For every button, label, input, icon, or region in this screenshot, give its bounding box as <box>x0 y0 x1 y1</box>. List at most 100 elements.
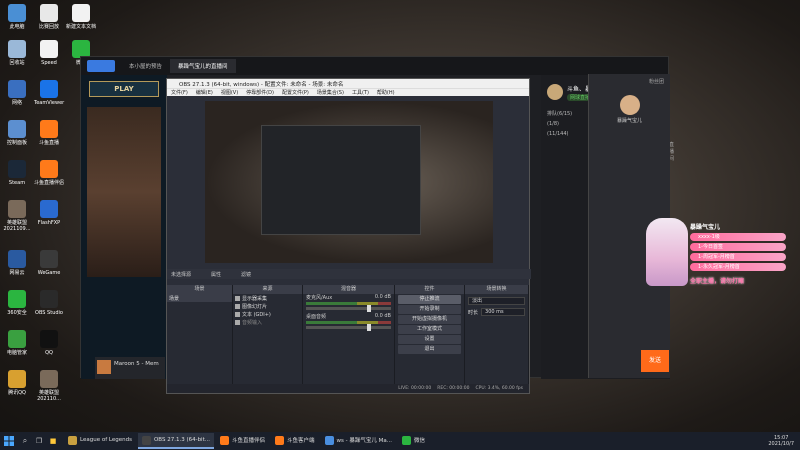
desktop-icon[interactable]: FlashFXP <box>34 200 64 226</box>
desktop-icon-label: 英雄联盟 2021109... <box>3 220 31 232</box>
desktop-icon-label: OBS Studio <box>35 310 63 316</box>
badge: 1-今日首签 <box>690 243 786 251</box>
virtual-camera-button[interactable]: 开始虚拟摄像机 <box>398 315 461 324</box>
start-button[interactable] <box>0 432 18 450</box>
teamviewer-icon <box>40 80 58 98</box>
desktop-icon[interactable]: 回收站 <box>2 40 32 66</box>
desktop-icon[interactable]: Speed <box>34 40 64 66</box>
desktop-icon[interactable]: 电脑管家 <box>2 330 32 356</box>
desktop-icon[interactable]: 英雄联盟 2021109... <box>2 200 32 232</box>
douyu-tab-bar: 本小屋的预告 暴躁气宝儿的直播间 <box>81 57 668 75</box>
text-icon <box>235 311 240 317</box>
taskbar-app-label: ws - 暴躁气宝儿 Ma... <box>336 438 392 444</box>
file-explorer-icon[interactable]: ■ <box>46 437 60 445</box>
obs-menu-item[interactable]: 帮助(H) <box>377 89 395 96</box>
settings-button[interactable]: 设置 <box>398 335 461 344</box>
obs-menu-item[interactable]: 视图(V) <box>221 89 238 96</box>
source-item[interactable]: 图像幻灯片 <box>233 302 302 310</box>
transitions-header: 场景转换 <box>465 285 528 294</box>
taskbar-app[interactable]: 斗鱼直播伴侣 <box>216 433 269 449</box>
properties-button[interactable]: 属性 <box>211 271 221 278</box>
desktop-icon[interactable]: 360安全 <box>2 290 32 316</box>
taskbar-app[interactable]: ws - 暴躁气宝儿 Ma... <box>321 433 396 449</box>
source-item[interactable]: 显示器采集 <box>233 294 302 302</box>
studio-mode-button[interactable]: 工作室模式 <box>398 325 461 334</box>
start-recording-button[interactable]: 开始录制 <box>398 305 461 314</box>
desktop-icon[interactable]: 腾讯QQ <box>2 370 32 396</box>
document-icon <box>40 4 58 22</box>
mixer-dock: 混音器 麦克风/Aux 0.0 dB 桌面音频 0.0 dB <box>303 285 395 385</box>
app-icon <box>141 435 151 445</box>
desktop-icon[interactable]: 控制面板 <box>2 120 32 146</box>
desktop-icon[interactable]: 新建文本文档 <box>66 4 96 30</box>
obs-menu-item[interactable]: 配置文件(P) <box>282 89 309 96</box>
taskbar-app-label: League of Legends <box>80 437 132 443</box>
obs-status-bar: LIVE: 00:00:00 REC: 00:00:00 CPU: 3.4%, … <box>167 384 529 393</box>
source-item[interactable]: 音频输入 <box>233 318 302 326</box>
rec-time: REC: 00:00:00 <box>437 386 470 391</box>
clock[interactable]: 15:07 2021/10/7 <box>768 435 800 447</box>
desktop-icon[interactable]: QQ <box>34 330 64 356</box>
obs-menu-item[interactable]: 工具(T) <box>352 89 369 96</box>
transition-select[interactable]: 淡出 <box>468 297 525 305</box>
no-source-label: 未选择源 <box>171 271 192 278</box>
desktop-icon[interactable]: 网络 <box>2 80 32 106</box>
source-label: 图像幻灯片 <box>242 303 268 310</box>
task-view-icon[interactable]: ❐ <box>32 437 46 445</box>
qq-icon <box>40 330 58 348</box>
volume-slider[interactable] <box>306 324 391 331</box>
cpu-fps: CPU: 3.4%, 60.00 fps <box>475 386 524 391</box>
desktop-icon[interactable]: 此电脑 <box>2 4 32 30</box>
controls-header: 控件 <box>395 285 464 294</box>
transitions-dock: 场景转换 淡出 时长 300 ms <box>465 285 529 385</box>
desktop-icon[interactable]: 英雄联盟 202110... <box>34 370 64 402</box>
wegame-icon <box>40 250 58 268</box>
music-player[interactable]: Maroon 5 - Mem <box>95 357 165 379</box>
obs-preview[interactable] <box>205 101 493 263</box>
source-label: 音频输入 <box>242 319 263 326</box>
live-time: LIVE: 00:00:00 <box>398 386 432 391</box>
desktop-icon[interactable]: TeamViewer <box>34 80 64 106</box>
mixer-row: 桌面音频 0.0 dB <box>303 313 394 331</box>
tab-live-room[interactable]: 暴躁气宝儿的直播间 <box>170 59 236 73</box>
desktop-icon[interactable]: 网易云 <box>2 250 32 276</box>
desktop-icon[interactable]: 斗鱼直播伴侣 <box>34 160 64 186</box>
desktop-icon[interactable]: OBS Studio <box>34 290 64 316</box>
audio-meter <box>306 321 391 324</box>
search-icon[interactable]: ⌕ <box>18 436 32 446</box>
obs-menu-item[interactable]: 停靠部件(D) <box>246 89 274 96</box>
scene-item[interactable]: 场景 <box>167 294 232 302</box>
send-button[interactable]: 发送 <box>641 350 669 372</box>
obs-menu-item[interactable]: 编辑(E) <box>196 89 213 96</box>
desktop-icon-label: 腾讯QQ <box>8 390 26 396</box>
obs-menu-item[interactable]: 场景集合(S) <box>317 89 344 96</box>
desktop-icon[interactable]: Steam <box>2 160 32 186</box>
desktop-icon[interactable]: WeGame <box>34 250 64 276</box>
taskbar-app-label: 斗鱼客户端 <box>287 438 315 444</box>
desktop-icon-label: 斗鱼直播 <box>38 140 59 146</box>
exit-button[interactable]: 退出 <box>398 345 461 354</box>
desktop-icon[interactable]: 斗鱼直播 <box>34 120 64 146</box>
douyu-logo <box>87 60 115 72</box>
volume-slider[interactable] <box>306 305 391 312</box>
overlay-title: 暴躁气宝儿 <box>690 224 721 231</box>
obs-menu-item[interactable]: 文件(F) <box>171 89 188 96</box>
taskbar-app[interactable]: 斗鱼客户端 <box>271 433 319 449</box>
stop-streaming-button[interactable]: 停止推流 <box>398 295 461 304</box>
taskbar-app[interactable]: OBS 27.1.3 (64-bit... <box>137 433 214 449</box>
source-item[interactable]: 文本 (GDI+) <box>233 310 302 318</box>
taskbar-app[interactable]: League of Legends <box>64 433 136 449</box>
tab-preview[interactable]: 本小屋的预告 <box>121 59 170 73</box>
desktop-icon[interactable]: 比赛回放 <box>34 4 64 30</box>
badge: 1-周冠军-月榜首 <box>690 253 786 261</box>
duration-input[interactable]: 300 ms <box>481 308 525 316</box>
desktop-icon-label: TeamViewer <box>34 100 65 106</box>
fans-label[interactable]: 粉丝团 <box>589 74 670 89</box>
filters-button[interactable]: 滤镜 <box>241 271 251 278</box>
play-button[interactable]: PLAY <box>89 81 159 97</box>
obs-menu-bar: 文件(F) 编辑(E) 视图(V) 停靠部件(D) 配置文件(P) 场景集合(S) 工具(T… <box>167 88 529 96</box>
mixer-channel-name: 桌面音频 <box>306 314 327 320</box>
desktop-icon-label: 此电脑 <box>9 24 25 30</box>
taskbar-app[interactable]: 微信 <box>398 433 429 449</box>
text-file-icon <box>72 4 90 22</box>
